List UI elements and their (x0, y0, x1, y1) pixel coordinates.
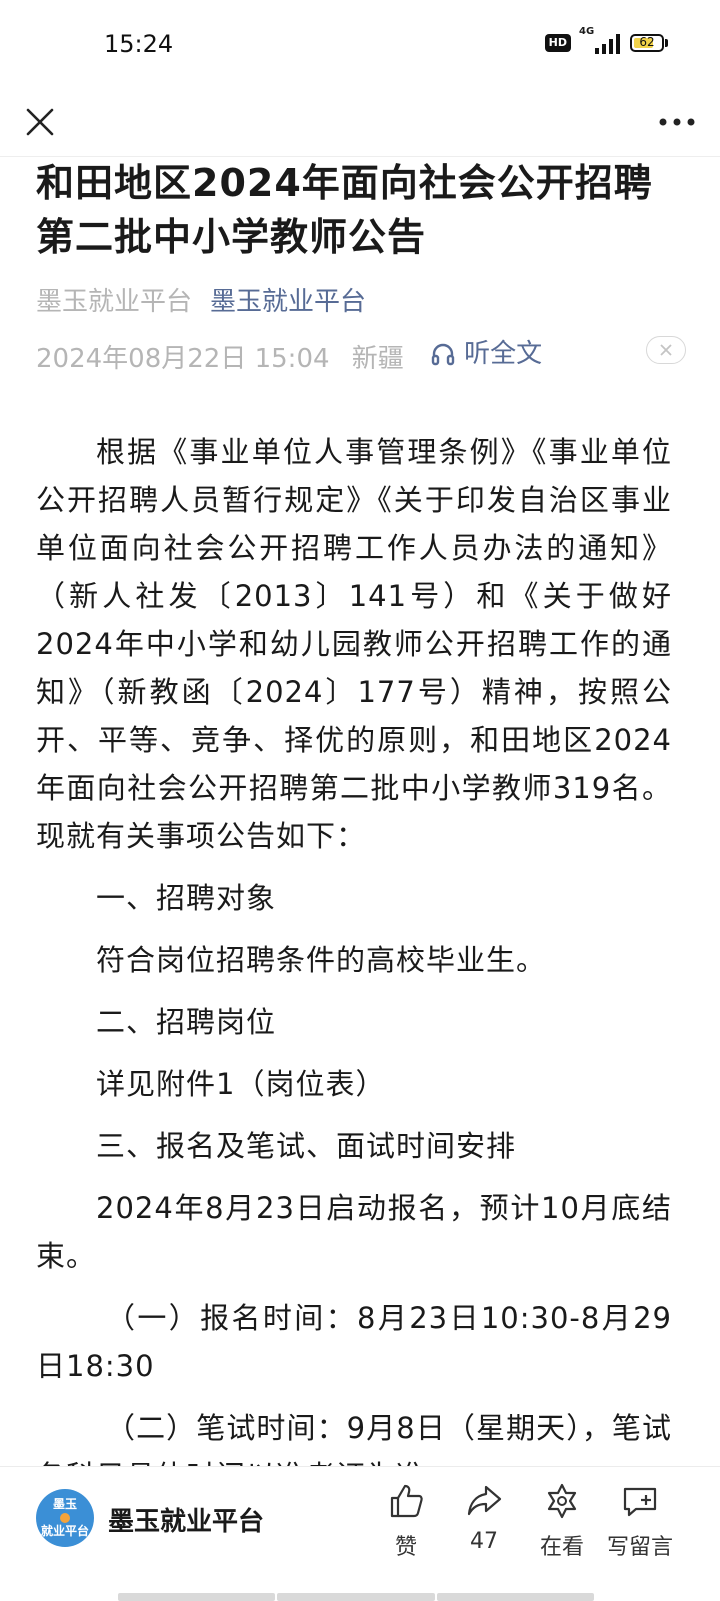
article-title: 和田地区2024年面向社会公开招聘第二批中小学教师公告 (36, 161, 653, 259)
article-paragraph: 符合岗位招聘条件的高校毕业生。 (96, 943, 547, 977)
watching-label: 在看 (539, 1535, 584, 1560)
comment-add-icon (623, 1487, 657, 1517)
signal-icon: 4G (579, 26, 620, 54)
author-name: 墨玉就业平台 (36, 287, 193, 317)
battery-level: 62 (639, 35, 655, 49)
share-count: 47 (470, 1529, 498, 1554)
article-paragraph: （一）报名时间：8月23日10:30-8月29日18:30 (36, 1301, 672, 1383)
account-link[interactable]: 墨玉就业平台 (210, 287, 366, 317)
article-paragraph: 二、招聘岗位 (96, 1005, 277, 1039)
article-paragraph: 2024年8月23日启动报名，预计10月底结束。 (36, 1191, 672, 1273)
dismiss-audio-button[interactable] (646, 336, 686, 364)
headphones-icon (431, 343, 455, 366)
more-icon (659, 118, 695, 126)
listen-full-button[interactable]: 听全文 (430, 336, 542, 372)
avatar[interactable]: 墨玉 就业平台 (36, 1489, 94, 1547)
avatar-text-bottom: 就业平台 (40, 1524, 89, 1538)
bottom-action-bar: 墨玉 就业平台 墨玉就业平台 赞 47 在看 写留言 (0, 1466, 720, 1601)
article-paragraph: 三、报名及笔试、面试时间安排 (96, 1129, 517, 1163)
share-icon (467, 1485, 502, 1516)
more-button[interactable] (652, 100, 702, 144)
listen-label: 听全文 (464, 339, 543, 369)
article-paragraph: 根据《事业单位人事管理条例》《事业单位公开招聘人员暂行规定》《关于印发自治区事业… (36, 435, 672, 853)
status-icons: HD 4G 62 (544, 26, 668, 54)
like-button[interactable]: 赞 (366, 1481, 446, 1561)
article-paragraph: （二）笔试时间：9月8日（星期天），笔试各科目具体时间以准考证为准。 (36, 1411, 672, 1466)
comment-label: 写留言 (606, 1535, 673, 1560)
thumbs-up-icon (390, 1484, 423, 1518)
close-icon (660, 344, 672, 356)
avatar-text-top: 墨玉 (52, 1497, 77, 1511)
like-label: 赞 (394, 1535, 417, 1560)
article-meta-date: 2024年08月22日 15:04 新疆 听全文 (36, 336, 686, 376)
hd-icon: HD (544, 34, 571, 52)
publish-date: 2024年08月22日 15:04 (36, 344, 330, 374)
account-name[interactable]: 墨玉就业平台 (108, 1501, 264, 1538)
article-body: 根据《事业单位人事管理条例》《事业单位公开招聘人员暂行规定》《关于印发自治区事业… (36, 428, 672, 1466)
close-button[interactable] (18, 100, 62, 144)
watching-button[interactable]: 在看 (522, 1481, 602, 1561)
share-button[interactable]: 47 (444, 1481, 524, 1554)
region-label: 新疆 (351, 344, 404, 374)
battery-icon: 62 (630, 34, 668, 52)
article-paragraph: 详见附件1（岗位表） (96, 1067, 386, 1101)
close-icon (26, 108, 54, 136)
article-meta-author: 墨玉就业平台 墨玉就业平台 (36, 284, 366, 320)
status-bar: 15:24 HD 4G 62 (0, 0, 720, 90)
comment-button[interactable]: 写留言 (600, 1481, 680, 1561)
star-icon (547, 1483, 577, 1519)
nav-bar (0, 90, 720, 157)
network-type-label: 4G (579, 26, 595, 37)
avatar-logo-icon (60, 1513, 70, 1523)
status-time: 15:24 (104, 30, 174, 58)
article-paragraph: 一、招聘对象 (96, 881, 277, 915)
